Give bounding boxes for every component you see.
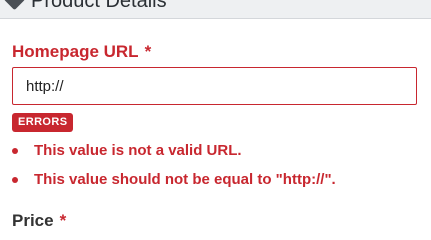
error-bullet-icon: [12, 148, 18, 154]
required-marker: *: [59, 211, 67, 230]
error-message: This value should not be equal to "http:…: [12, 170, 336, 199]
error-list: This value is not a valid URL. This valu…: [12, 141, 336, 199]
price-label-text: Price: [12, 211, 54, 230]
error-message-text: This value is not a valid URL.: [34, 142, 242, 159]
error-message-text: This value should not be equal to "http:…: [34, 171, 336, 188]
homepage-url-label: Homepage URL *: [12, 42, 151, 62]
price-label: Price *: [12, 211, 66, 231]
error-bullet-icon: [12, 177, 18, 183]
error-message: This value is not a valid URL.: [12, 141, 336, 170]
errors-badge: ERRORS: [12, 113, 74, 132]
panel-title: Product Details: [31, 0, 167, 12]
panel-header: Product Details: [0, 0, 431, 19]
cube-icon: [3, 0, 26, 11]
homepage-url-input[interactable]: [12, 67, 417, 105]
homepage-url-label-text: Homepage URL: [12, 42, 139, 61]
required-marker: *: [144, 42, 152, 61]
